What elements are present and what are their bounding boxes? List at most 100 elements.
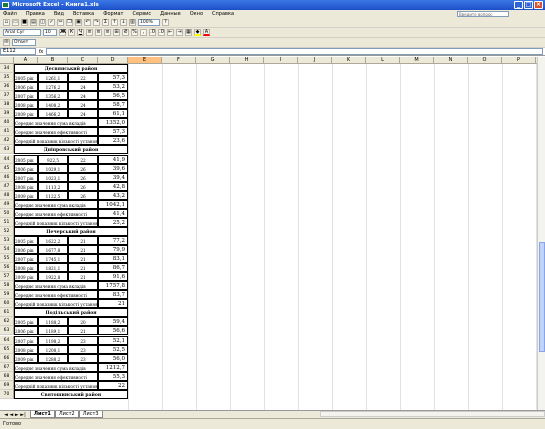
summary-value-cell[interactable]: 22 bbox=[98, 380, 128, 390]
efficiency-cell[interactable]: 59,4 bbox=[98, 317, 128, 327]
deposits-cell[interactable]: 1622,2 bbox=[38, 235, 68, 245]
institutions-cell[interactable]: 26 bbox=[68, 172, 98, 182]
year-cell[interactable]: 2007 рік bbox=[14, 91, 38, 101]
font-size-select[interactable]: 10 bbox=[43, 29, 57, 36]
year-cell[interactable]: 2007 рік bbox=[14, 254, 38, 264]
row-header[interactable]: 44 bbox=[0, 154, 14, 164]
efficiency-cell[interactable]: 39,6 bbox=[98, 163, 128, 173]
efficiency-cell[interactable]: 86,7 bbox=[98, 263, 128, 273]
column-header-D[interactable]: D bbox=[98, 57, 128, 64]
row-header[interactable]: 70 bbox=[0, 389, 14, 399]
chart-icon[interactable]: ▥ bbox=[129, 19, 136, 26]
menu-item-6[interactable]: Данные bbox=[160, 11, 181, 17]
menu-item-4[interactable]: Формат bbox=[103, 11, 123, 17]
underline-icon[interactable]: Ч bbox=[77, 29, 84, 36]
reply-select[interactable]: Ответ bbox=[12, 39, 36, 46]
year-cell[interactable]: 2005 рік bbox=[14, 317, 38, 327]
formula-input[interactable] bbox=[46, 48, 543, 55]
row-header[interactable]: 50 bbox=[0, 208, 14, 218]
institutions-cell[interactable]: 21 bbox=[68, 272, 98, 282]
row-header[interactable]: 55 bbox=[0, 254, 14, 264]
institutions-cell[interactable]: 21 bbox=[68, 235, 98, 245]
row-header[interactable]: 39 bbox=[0, 109, 14, 119]
summary-value-cell[interactable]: 1212,7 bbox=[98, 362, 128, 372]
currency-icon[interactable]: ₴ bbox=[122, 29, 129, 36]
efficiency-cell[interactable]: 91,6 bbox=[98, 272, 128, 282]
efficiency-cell[interactable]: 56,6 bbox=[98, 326, 128, 336]
column-header-E[interactable]: E bbox=[128, 57, 162, 64]
deposits-cell[interactable]: 1745,1 bbox=[38, 254, 68, 264]
row-header[interactable]: 68 bbox=[0, 371, 14, 381]
efficiency-cell[interactable]: 56,0 bbox=[98, 353, 128, 363]
row-header[interactable]: 47 bbox=[0, 181, 14, 191]
row-header[interactable]: 35 bbox=[0, 73, 14, 83]
undo-icon[interactable]: ↶ bbox=[84, 19, 91, 26]
efficiency-cell[interactable]: 41,9 bbox=[98, 154, 128, 164]
row-header[interactable]: 64 bbox=[0, 335, 14, 345]
institutions-cell[interactable]: 23 bbox=[68, 344, 98, 354]
deposits-cell[interactable]: 1198,2 bbox=[38, 335, 68, 345]
close-button[interactable]: × bbox=[534, 1, 543, 9]
paste-icon[interactable]: ▣ bbox=[75, 19, 82, 26]
summary-value-cell[interactable]: 21 bbox=[98, 299, 128, 309]
deposits-cell[interactable]: 1677,8 bbox=[38, 245, 68, 255]
efficiency-cell[interactable]: 52,5 bbox=[98, 344, 128, 354]
cut-icon[interactable]: ✂ bbox=[57, 19, 64, 26]
institutions-cell[interactable]: 24 bbox=[68, 82, 98, 92]
sheet-tab-1[interactable]: Лист1 bbox=[29, 411, 55, 418]
thousands-icon[interactable]: , bbox=[140, 29, 147, 36]
menu-item-5[interactable]: Сервис bbox=[132, 11, 151, 17]
summary-label-cell[interactable]: Середнє значення ефективності bbox=[14, 371, 98, 381]
deposits-cell[interactable]: 1188,2 bbox=[38, 317, 68, 327]
font-color-icon[interactable]: A bbox=[203, 29, 210, 36]
institutions-cell[interactable]: 21 bbox=[68, 326, 98, 336]
year-cell[interactable]: 2008 рік bbox=[14, 344, 38, 354]
deposits-cell[interactable]: 1821,1 bbox=[38, 263, 68, 273]
summary-value-cell[interactable]: 23,6 bbox=[98, 136, 128, 146]
summary-value-cell[interactable]: 55,3 bbox=[98, 371, 128, 381]
menu-item-2[interactable]: Вид bbox=[54, 11, 64, 17]
summary-label-cell[interactable]: Середнє значення ефективності bbox=[14, 290, 98, 300]
institutions-cell[interactable]: 24 bbox=[68, 100, 98, 110]
efficiency-cell[interactable]: 39,4 bbox=[98, 172, 128, 182]
bold-icon[interactable]: Ж bbox=[59, 29, 66, 36]
year-cell[interactable]: 2009 рік bbox=[14, 353, 38, 363]
autosum-icon[interactable]: Σ bbox=[102, 19, 109, 26]
summary-label-cell[interactable]: Середнє значення сума вкладів bbox=[14, 362, 98, 372]
efficiency-cell[interactable]: 56,5 bbox=[98, 91, 128, 101]
deposits-cell[interactable]: 1113,2 bbox=[38, 181, 68, 191]
column-header-L[interactable]: L bbox=[366, 57, 400, 64]
summary-value-cell[interactable]: 1757,8 bbox=[98, 281, 128, 291]
row-header[interactable]: 37 bbox=[0, 91, 14, 101]
column-header-B[interactable]: B bbox=[38, 57, 68, 64]
row-header[interactable]: 63 bbox=[0, 326, 14, 336]
year-cell[interactable]: 2008 рік bbox=[14, 181, 38, 191]
font-select[interactable]: Arial Cyr bbox=[3, 29, 41, 36]
align-center-icon[interactable]: ≡ bbox=[95, 29, 102, 36]
summary-label-cell[interactable]: Середнє значення ефективності bbox=[14, 208, 98, 218]
row-header[interactable]: 34 bbox=[0, 64, 14, 74]
summary-label-cell[interactable]: Середній показник кількості установ bbox=[14, 299, 98, 309]
sheet-tab-2[interactable]: Лист2 bbox=[54, 411, 79, 418]
summary-label-cell[interactable]: Середній показник кількості установ bbox=[14, 136, 98, 146]
column-header-A[interactable]: A bbox=[14, 57, 38, 64]
column-header-G[interactable]: G bbox=[196, 57, 230, 64]
institutions-cell[interactable]: 24 bbox=[68, 109, 98, 119]
summary-value-cell[interactable]: 25,2 bbox=[98, 217, 128, 227]
institutions-cell[interactable]: 21 bbox=[68, 245, 98, 255]
outdent-icon[interactable]: ⇤ bbox=[167, 29, 174, 36]
efficiency-cell[interactable]: 58,7 bbox=[98, 100, 128, 110]
efficiency-cell[interactable]: 52,1 bbox=[98, 335, 128, 345]
row-header[interactable]: 60 bbox=[0, 299, 14, 309]
row-header[interactable]: 38 bbox=[0, 100, 14, 110]
help-search-input[interactable]: Введите вопрос bbox=[457, 11, 509, 17]
year-cell[interactable]: 2007 рік bbox=[14, 172, 38, 182]
menu-item-3[interactable]: Вставка bbox=[73, 11, 94, 17]
year-cell[interactable]: 2009 рік bbox=[14, 272, 38, 282]
district-header[interactable]: Печерський район bbox=[14, 226, 128, 236]
summary-label-cell[interactable]: Середній показник кількості установ bbox=[14, 380, 98, 390]
row-header[interactable]: 42 bbox=[0, 136, 14, 146]
summary-label-cell[interactable]: Середнє значення сума вкладів bbox=[14, 118, 98, 128]
row-header[interactable]: 41 bbox=[0, 127, 14, 137]
institutions-cell[interactable]: 22 bbox=[68, 154, 98, 164]
